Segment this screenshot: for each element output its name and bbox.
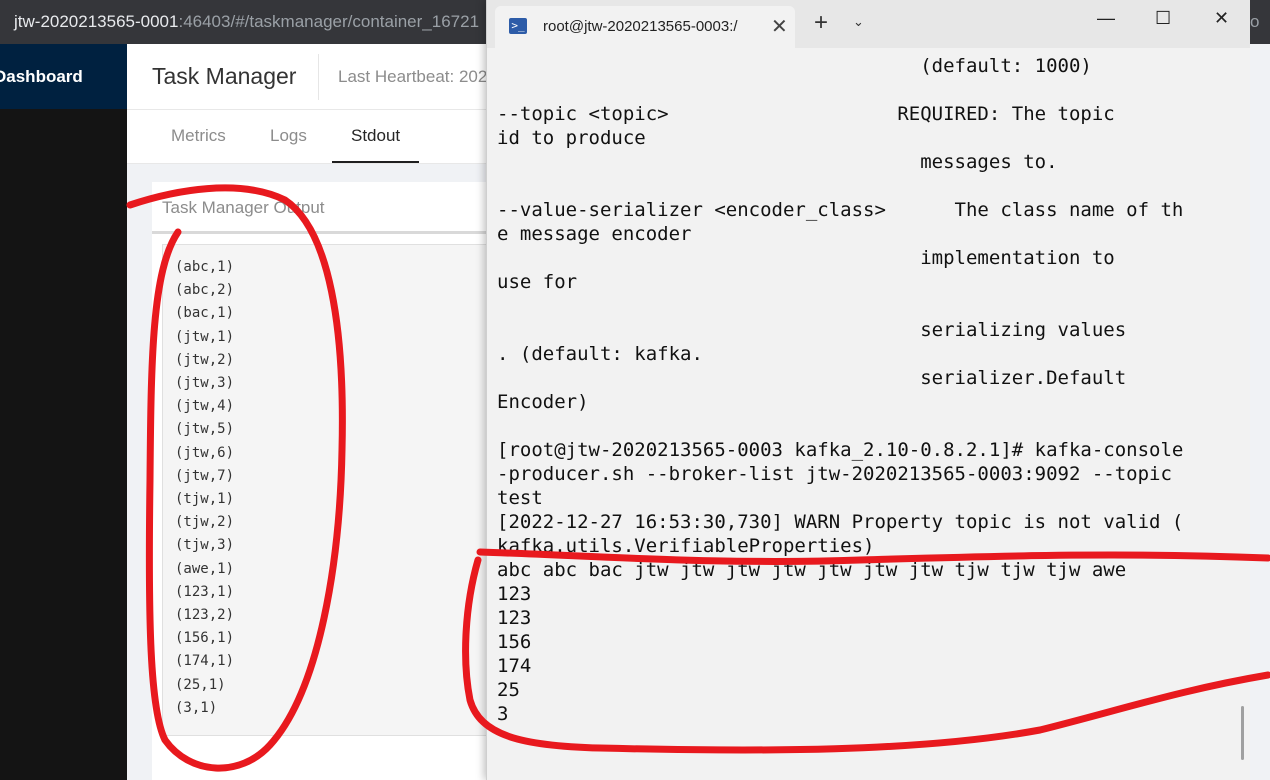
stdout-line: (123,2) [175, 607, 235, 623]
last-heartbeat: Last Heartbeat: 202 [338, 67, 488, 86]
stdout-line: (jtw,1) [175, 328, 235, 345]
stdout-output[interactable]: (abc,1) (abc,2) (bac,1) (jtw,1) (jtw,2) (jtw,… [162, 244, 494, 736]
terminal-line: -producer.sh --broker-list jtw-202021356… [497, 463, 1172, 485]
new-tab-icon[interactable]: + [814, 9, 828, 37]
stdout-line: (tjw,3) [175, 537, 235, 554]
terminal-line: Encoder) [497, 391, 589, 413]
terminal-line: use for [497, 271, 578, 293]
terminal-line: 174 [497, 655, 532, 677]
terminal-line: --value-serializer <encoder_class> The c… [497, 199, 1184, 221]
terminal-line: serializer.Default [497, 367, 1127, 389]
output-title: Task Manager Output [162, 198, 325, 217]
terminal-line: 25 [497, 679, 520, 701]
url-host: jtw-2020213565-0001 [14, 12, 179, 31]
terminal-line: [root@jtw-2020213565-0003 kafka_2.10-0.8… [497, 439, 1184, 461]
tab-metrics[interactable]: Metrics [171, 110, 226, 163]
terminal-line: 123 [497, 583, 532, 605]
terminal-line: test [497, 487, 543, 509]
stdout-line: (abc,1) [175, 259, 235, 275]
terminal-titlebar: >_ root@jtw-2020213565-0003:/ ✕ + ⌄ — ☐ … [487, 0, 1251, 48]
terminal-tab[interactable]: >_ root@jtw-2020213565-0003:/ ✕ [495, 6, 795, 48]
terminal-line: 3 [497, 703, 509, 725]
url-tail: o [1250, 0, 1270, 44]
powershell-icon: >_ [509, 18, 527, 34]
stdout-line: (3,1) [175, 699, 218, 716]
stdout-line: (jtw,3) [175, 375, 235, 391]
terminal-scrollbar[interactable] [1241, 706, 1244, 760]
terminal-window: >_ root@jtw-2020213565-0003:/ ✕ + ⌄ — ☐ … [486, 0, 1251, 780]
screen: jtw-2020213565-0001:46403/#/taskmanager/… [0, 0, 1270, 780]
terminal-tab-title: root@jtw-2020213565-0003:/ [543, 18, 738, 35]
stdout-line: (156,1) [175, 630, 235, 647]
tab-logs[interactable]: Logs [270, 110, 307, 163]
stdout-line: (jtw,2) [175, 351, 235, 368]
stdout-line: (awe,1) [175, 560, 235, 577]
terminal-line: 123 [497, 607, 532, 629]
terminal-line: abc abc bac jtw jtw jtw jtw jtw jtw jtw … [497, 559, 1127, 581]
terminal-line: [2022-12-27 16:53:30,730] WARN Property … [497, 511, 1184, 533]
brand-label: Dashboard [0, 67, 83, 86]
output-title-underline [152, 231, 492, 234]
header-divider [318, 54, 319, 100]
terminal-output[interactable]: (default: 1000) --topic <topic> REQUIRED:… [487, 48, 1251, 780]
terminal-line: serializing values [497, 319, 1127, 341]
stdout-line: (jtw,6) [175, 444, 235, 461]
terminal-line: e message encoder [497, 223, 692, 245]
stdout-line: (tjw,2) [175, 514, 235, 531]
stdout-line: (bac,1) [175, 305, 235, 322]
tab-close-icon[interactable]: ✕ [771, 14, 788, 39]
output-card: Task Manager Output (abc,1) (abc,2) (bac,1… [152, 182, 494, 780]
stdout-line: (174,1) [175, 653, 235, 670]
terminal-line: (default: 1000) [497, 55, 1092, 77]
stdout-line: (123,1) [175, 583, 235, 600]
minimize-icon[interactable]: — [1097, 8, 1115, 29]
stdout-line: (tjw,1) [175, 491, 235, 507]
sidebar-brand[interactable]: Dashboard [0, 44, 127, 109]
terminal-line: implementation to [497, 247, 1115, 269]
tab-stdout[interactable]: Stdout [332, 110, 420, 163]
maximize-icon[interactable]: ☐ [1155, 8, 1171, 29]
terminal-line: kafka.utils.VerifiableProperties) [497, 535, 875, 557]
sidebar: Dashboard [0, 44, 127, 780]
terminal-line: messages to. [497, 151, 1058, 173]
background-window-edge: o [1250, 0, 1270, 780]
chevron-down-icon[interactable]: ⌄ [853, 14, 864, 30]
terminal-line: . (default: kafka. [497, 343, 703, 365]
stdout-line: (jtw,4) [175, 398, 235, 415]
url-path: :46403/#/taskmanager/container_16721 [178, 12, 480, 31]
close-icon[interactable]: ✕ [1214, 8, 1229, 29]
terminal-line: 156 [497, 631, 532, 653]
terminal-line: id to produce [497, 127, 646, 149]
page-title: Task Manager [152, 63, 297, 89]
stdout-line: (jtw,7) [175, 467, 235, 484]
sidebar-menu-area [0, 109, 127, 780]
terminal-line: --topic <topic> REQUIRED: The topic [497, 103, 1115, 125]
stdout-line: (25,1) [175, 676, 226, 693]
stdout-line: (jtw,5) [175, 421, 235, 438]
stdout-line: (abc,2) [175, 282, 235, 299]
